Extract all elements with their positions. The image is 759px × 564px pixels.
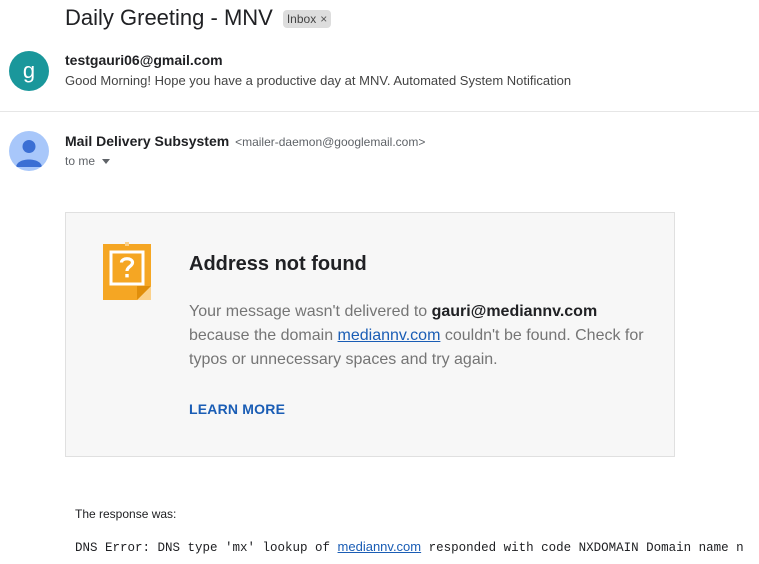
chevron-down-icon[interactable]: [102, 159, 111, 164]
inbox-label-chip[interactable]: Inbox ×: [282, 10, 332, 28]
response-label: The response was:: [75, 507, 177, 521]
recipient-details-toggle[interactable]: to me: [65, 154, 111, 168]
learn-more-link[interactable]: LEARN MORE: [189, 401, 285, 417]
mailer-daemon-avatar[interactable]: [9, 131, 49, 171]
dns-prefix: DNS Error: DNS type 'mx' lookup of: [75, 541, 338, 555]
message2-sender: Mail Delivery Subsystem <mailer-daemon@g…: [65, 133, 425, 149]
recipient-text: to me: [65, 154, 96, 168]
dns-domain-link[interactable]: mediannv.com: [338, 539, 422, 554]
sender-name[interactable]: Mail Delivery Subsystem: [65, 133, 229, 149]
subject-row: Daily Greeting - MNV Inbox ×: [65, 4, 332, 32]
bounce-text-2: because the domain: [189, 327, 338, 344]
message-divider: [0, 111, 759, 112]
email-subject: Daily Greeting - MNV: [65, 5, 273, 30]
question-note-icon: [103, 242, 151, 300]
avatar-letter: g: [22, 58, 36, 83]
label-text: Inbox: [286, 12, 317, 26]
bounce-card: Address not found Your message wasn't de…: [65, 212, 675, 457]
bounce-text-1: Your message wasn't delivered to: [189, 303, 432, 320]
message1-sender[interactable]: testgauri06@gmail.com: [65, 52, 223, 68]
sender-email: <mailer-daemon@googlemail.com>: [235, 135, 426, 149]
dns-error-line: DNS Error: DNS type 'mx' lookup of media…: [75, 539, 744, 555]
domain-link[interactable]: mediannv.com: [338, 327, 441, 344]
bounce-title: Address not found: [189, 253, 367, 275]
message1-snippet[interactable]: Good Morning! Hope you have a productive…: [65, 73, 571, 88]
recipient-address: gauri@mediannv.com: [431, 303, 598, 320]
person-icon: [16, 140, 42, 167]
email-view: Daily Greeting - MNV Inbox × g testgauri…: [0, 0, 759, 564]
bounce-message: Your message wasn't delivered to gauri@m…: [189, 300, 659, 372]
dns-suffix: responded with code NXDOMAIN Domain name…: [421, 541, 744, 555]
remove-label-icon[interactable]: ×: [320, 12, 327, 26]
sender-avatar[interactable]: g: [9, 51, 49, 91]
